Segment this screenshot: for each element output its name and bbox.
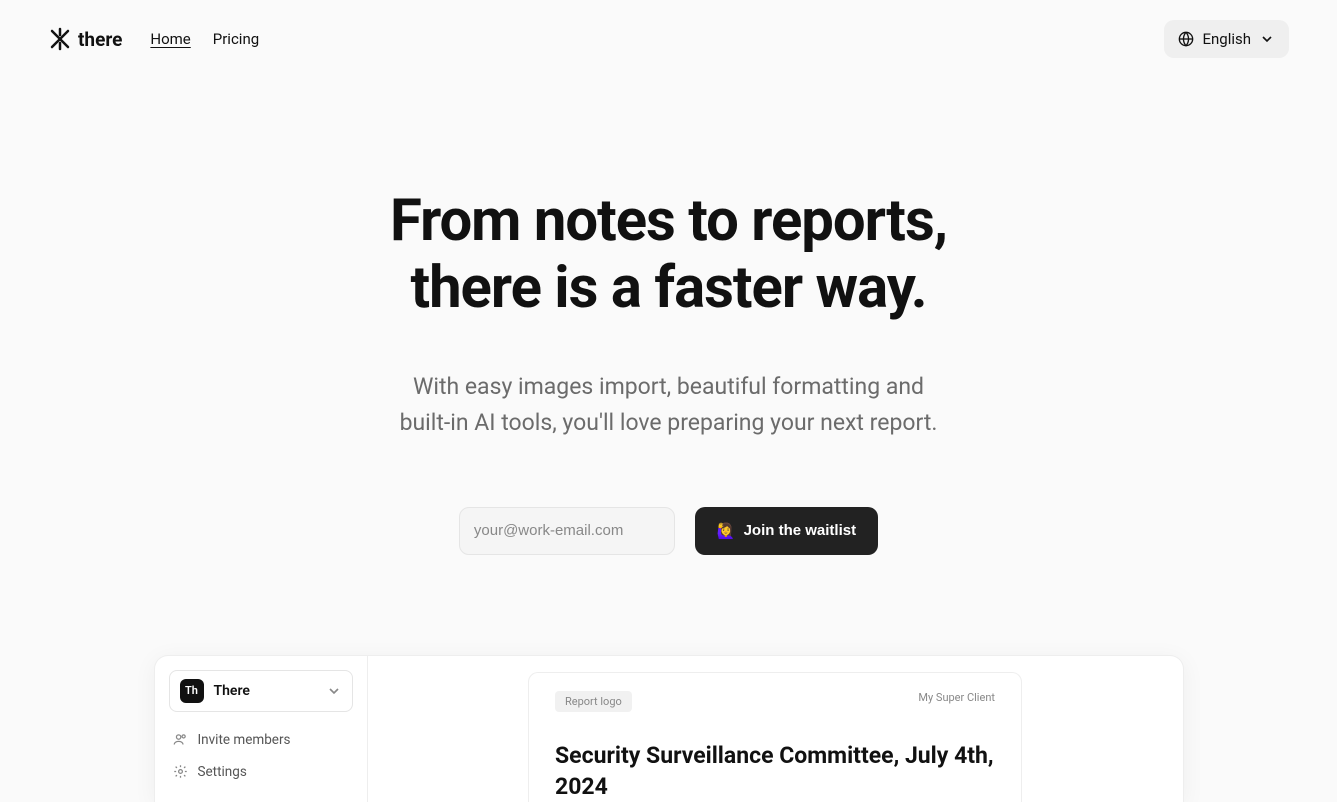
cta-emoji-icon: 🙋‍♀️: [717, 522, 736, 540]
nav-link-home[interactable]: Home: [150, 30, 190, 48]
hero-title: From notes to reports, there is a faster…: [40, 188, 1297, 321]
workspace-badge: Th: [180, 679, 204, 703]
globe-icon: [1178, 31, 1194, 47]
hero-title-line2: there is a faster way.: [410, 254, 926, 322]
workspace-selector[interactable]: Th There: [169, 670, 353, 712]
users-icon: [173, 732, 188, 747]
report-title: Security Surveillance Committee, July 4t…: [555, 740, 995, 802]
report-logo-chip: Report logo: [555, 691, 632, 712]
main-nav: Home Pricing: [150, 30, 259, 48]
hero-section: From notes to reports, there is a faster…: [0, 78, 1337, 615]
preview-main: Report logo My Super Client Security Sur…: [368, 656, 1183, 802]
sidebar-item-invite[interactable]: Invite members: [169, 726, 353, 754]
workspace-name: There: [214, 683, 316, 699]
app-preview-card: Th There Invi: [154, 655, 1184, 802]
brand-logo[interactable]: there: [48, 27, 122, 51]
report-card: Report logo My Super Client Security Sur…: [528, 672, 1022, 802]
hero-sub-line2: built-in AI tools, you'll love preparing…: [400, 409, 938, 436]
report-client-name: My Super Client: [918, 691, 995, 704]
app-preview-wrap: Th There Invi: [0, 615, 1337, 802]
join-waitlist-button[interactable]: 🙋‍♀️ Join the waitlist: [695, 507, 878, 555]
preview-sidebar: Th There Invi: [155, 656, 368, 802]
waitlist-form: 🙋‍♀️ Join the waitlist: [40, 507, 1297, 555]
email-input[interactable]: [459, 507, 675, 555]
chevron-down-icon: [326, 683, 342, 699]
report-top-row: Report logo My Super Client: [555, 691, 995, 712]
chevron-down-icon: [1259, 31, 1275, 47]
logo-mark-icon: [48, 27, 72, 51]
language-switcher[interactable]: English: [1164, 20, 1289, 58]
brand-name: there: [78, 28, 122, 51]
hero-title-line1: From notes to reports,: [390, 187, 947, 255]
nav-link-pricing[interactable]: Pricing: [213, 30, 259, 48]
gear-icon: [173, 764, 188, 779]
sidebar-item-label: Invite members: [198, 732, 291, 748]
cta-label: Join the waitlist: [744, 522, 857, 539]
sidebar-items: Invite members Settings: [169, 726, 353, 786]
sidebar-item-settings[interactable]: Settings: [169, 758, 353, 786]
site-header: there Home Pricing English: [0, 0, 1337, 78]
hero-subtitle: With easy images import, beautiful forma…: [349, 369, 989, 440]
sidebar-item-label: Settings: [198, 764, 247, 780]
hero-sub-line1: With easy images import, beautiful forma…: [413, 373, 924, 400]
language-label: English: [1202, 30, 1251, 48]
header-left: there Home Pricing: [48, 27, 259, 51]
